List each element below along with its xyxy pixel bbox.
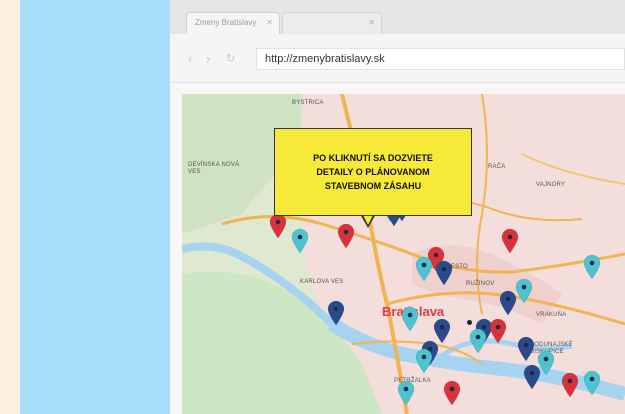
back-icon[interactable]: ‹ [188, 51, 192, 66]
close-tab-icon[interactable]: ✕ [266, 18, 273, 27]
browser-window: Zmeny Bratislavy ✕ ✕ ‹ › ↻ http://zmenyb… [170, 0, 625, 414]
place-label: KARLOVA VES [300, 279, 344, 285]
city-center-marker [467, 320, 472, 325]
left-blue-panel [20, 0, 170, 414]
browser-toolbar: ‹ › ↻ http://zmenybratislavy.sk [170, 34, 625, 83]
address-bar[interactable]: http://zmenybratislavy.sk [256, 48, 625, 70]
map-pin-icon[interactable] [583, 254, 601, 280]
map-pin-icon[interactable] [561, 372, 579, 398]
map-pin-icon[interactable] [337, 223, 355, 249]
place-label: VRAKUŇA [536, 312, 567, 318]
tab-bar: Zmeny Bratislavy ✕ ✕ [170, 0, 625, 34]
place-label: RAČA [488, 164, 506, 170]
map-pin-icon[interactable] [443, 380, 461, 406]
map-pin-icon[interactable] [469, 328, 487, 354]
map-pin-icon[interactable] [397, 380, 415, 406]
map-pin-icon[interactable] [269, 213, 287, 239]
map-pin-icon[interactable] [501, 228, 519, 254]
url-text: http://zmenybratislavy.sk [265, 53, 385, 65]
map-pin-icon[interactable] [523, 364, 541, 390]
forward-icon[interactable]: › [206, 51, 210, 66]
map-pin-icon[interactable] [291, 228, 309, 254]
browser-tab-inactive[interactable]: ✕ [282, 12, 382, 34]
place-label: VAJNORY [536, 182, 566, 188]
close-tab-icon[interactable]: ✕ [368, 18, 375, 27]
browser-tab-active[interactable]: Zmeny Bratislavy ✕ [186, 12, 280, 34]
map-pin-icon[interactable] [401, 306, 419, 332]
info-callout: PO KLIKNUTÍ SA DOZVIETE DETAILY O PLÁNOV… [274, 128, 472, 216]
map-pin-icon[interactable] [583, 370, 601, 396]
map-pin-icon[interactable] [327, 300, 345, 326]
place-label: DEVÍNSKA NOVÁ VES [188, 162, 240, 175]
map-pin-icon[interactable] [517, 336, 535, 362]
callout-text: PO KLIKNUTÍ SA DOZVIETE DETAILY O PLÁNOV… [313, 153, 433, 191]
map-view[interactable]: BYSTRICA DEVÍNSKA NOVÁ VES RAČA VAJNORY … [182, 94, 625, 414]
reload-icon[interactable]: ↻ [226, 52, 235, 65]
map-pin-icon[interactable] [515, 278, 533, 304]
map-pin-icon[interactable] [415, 256, 433, 282]
map-pin-icon[interactable] [415, 348, 433, 374]
map-pin-icon[interactable] [489, 318, 507, 344]
place-label: RUŽINOV [466, 281, 495, 287]
place-label: BYSTRICA [292, 100, 324, 106]
map-pin-icon[interactable] [435, 260, 453, 286]
tab-label: Zmeny Bratislavy [195, 18, 257, 27]
